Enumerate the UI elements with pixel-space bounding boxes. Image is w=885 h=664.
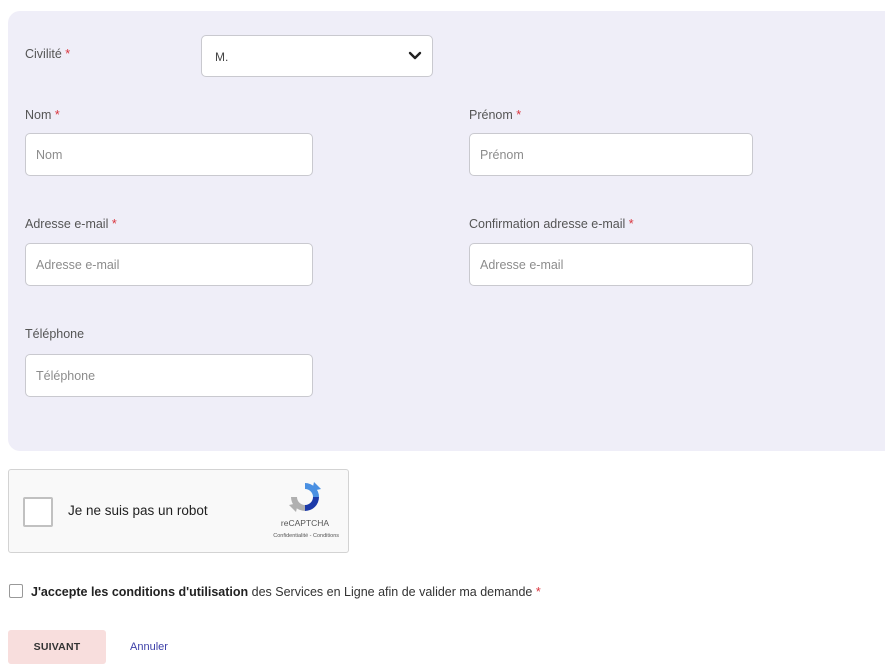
nom-input[interactable]: [25, 133, 313, 176]
terms-row: J'accepte les conditions d'utilisation d…: [9, 584, 541, 599]
recaptcha-label: Je ne suis pas un robot: [68, 503, 208, 518]
chevron-down-icon: [408, 51, 422, 60]
email-confirm-input[interactable]: [469, 243, 753, 286]
recaptcha-brand: reCAPTCHA: [280, 518, 330, 528]
civilite-select[interactable]: M.: [201, 35, 433, 77]
prenom-label-text: Prénom: [469, 108, 513, 122]
terms-prefix: J'accepte les: [31, 585, 109, 599]
email-input[interactable]: [25, 243, 313, 286]
email-label-text: Adresse e-mail: [25, 217, 109, 231]
prenom-input[interactable]: [469, 133, 753, 176]
email-label: Adresse e-mail *: [25, 217, 117, 231]
recaptcha-checkbox[interactable]: [23, 497, 53, 527]
civilite-selected-value: M.: [215, 50, 229, 64]
required-mark: *: [111, 217, 117, 231]
required-mark: *: [516, 108, 522, 122]
telephone-input[interactable]: [25, 354, 313, 397]
required-mark: *: [65, 47, 71, 61]
nom-label-text: Nom: [25, 108, 52, 122]
recaptcha-logo-icon: [289, 482, 321, 512]
recaptcha-links[interactable]: Confidentialité - Conditions: [227, 533, 339, 539]
email-confirm-label: Confirmation adresse e-mail *: [469, 217, 634, 231]
terms-checkbox[interactable]: [9, 584, 23, 598]
civilite-label: Civilité *: [25, 47, 70, 61]
cancel-link[interactable]: Annuler: [130, 641, 168, 653]
email-confirm-label-text: Confirmation adresse e-mail: [469, 217, 626, 231]
telephone-label-text: Téléphone: [25, 327, 85, 341]
prenom-label: Prénom *: [469, 108, 521, 122]
required-mark: *: [54, 108, 60, 122]
recaptcha-widget: Je ne suis pas un robot reCAPTCHA Confid…: [8, 469, 349, 553]
telephone-label: Téléphone: [25, 327, 84, 341]
terms-suffix: des Services en Ligne afin de valider ma…: [251, 585, 533, 599]
nom-label: Nom *: [25, 108, 60, 122]
required-mark: *: [535, 585, 541, 599]
terms-link[interactable]: conditions d'utilisation: [112, 585, 248, 599]
required-mark: *: [628, 217, 634, 231]
next-button[interactable]: SUIVANT: [8, 630, 106, 664]
civilite-label-text: Civilité: [25, 47, 62, 61]
